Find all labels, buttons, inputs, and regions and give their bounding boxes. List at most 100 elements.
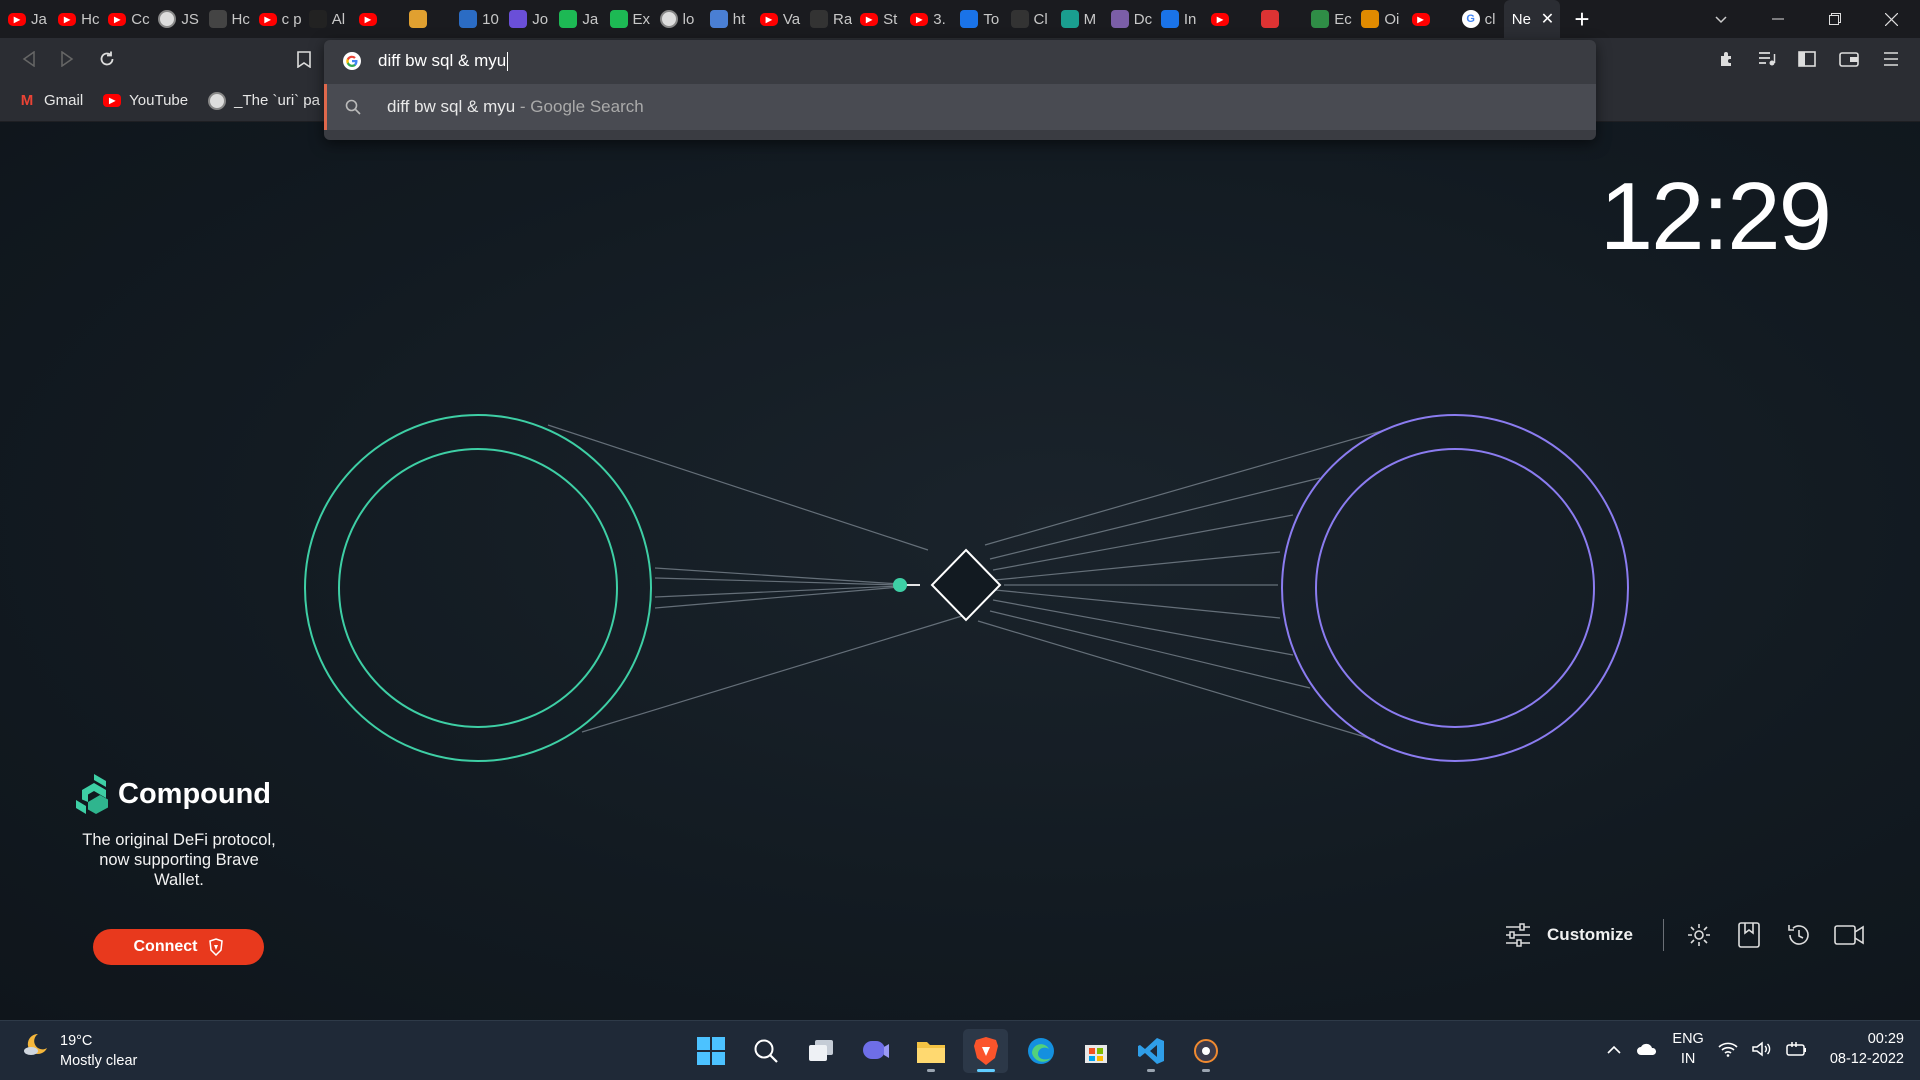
wifi-icon[interactable] [1718,1041,1738,1057]
tab[interactable]: Cl [1003,0,1053,38]
tab[interactable]: ▶ Ja [0,0,50,38]
tab[interactable]: ▶ [1203,0,1253,38]
onedrive-cloud-icon[interactable] [1636,1041,1658,1057]
tab[interactable]: ▶ [1404,0,1454,38]
tab[interactable]: 10 [451,0,501,38]
google-icon: G [1461,10,1480,28]
bookmark-item[interactable]: _The `uri` pa [208,91,320,110]
tab[interactable]: ▶ St [852,0,902,38]
task-view-icon[interactable] [798,1029,843,1073]
tab-search-icon[interactable] [1692,0,1749,38]
gear-icon [459,10,478,28]
bookmark-item[interactable]: M Gmail [18,92,83,110]
vscode-icon[interactable] [1128,1029,1173,1073]
tab[interactable]: M [1053,0,1103,38]
playlist-icon[interactable] [1754,46,1780,72]
w-icon [609,10,628,28]
tab[interactable] [1253,0,1303,38]
tab-title: JS [181,10,199,28]
taskbar-search-icon[interactable] [743,1029,788,1073]
lang-primary: ENG [1672,1031,1704,1047]
language-indicator[interactable]: ENG IN [1672,1029,1703,1069]
loop-icon [1160,10,1179,28]
tab[interactable]: ht [702,0,752,38]
teams-chat-icon[interactable] [853,1029,898,1073]
connect-button[interactable]: Connect [93,929,264,965]
wallet-icon[interactable] [1836,46,1862,72]
battery-icon[interactable] [1786,1041,1808,1057]
reload-icon[interactable] [94,46,120,72]
w-icon [559,10,578,28]
extensions-icon[interactable] [1714,46,1740,72]
tab[interactable]: Hc [201,0,251,38]
tab[interactable]: ▶ Hc [50,0,100,38]
brave-browser-icon[interactable] [963,1029,1008,1073]
customize-button[interactable]: Customize [1505,919,1664,951]
weather-desc: Mostly clear [60,1053,138,1069]
restore-button[interactable] [1806,0,1863,38]
tab[interactable]: Jo [501,0,551,38]
close-tab-icon[interactable]: ✕ [1541,9,1554,29]
video-call-icon[interactable] [1824,924,1874,946]
tab[interactable]: ▶ Va [752,0,802,38]
tab[interactable]: Gcl [1454,0,1504,38]
file-explorer-icon[interactable] [908,1029,953,1073]
tab[interactable]: Ja [551,0,601,38]
tab[interactable]: ▶ c p [251,0,301,38]
tab-title: St [883,10,898,28]
brave-shield-icon [208,938,223,956]
tab[interactable]: ▶ 3. [902,0,952,38]
tab-list: ▶ Ja ▶ Hc ▶ Cc JS Hc ▶ c p Al ▶ 10 Jo Ja Ex lo ht ▶ Va Ra ▶ St… [0,0,1560,38]
youtube-icon: ▶ [58,12,77,26]
tab[interactable]: To [952,0,1002,38]
microsoft-store-icon[interactable] [1073,1029,1118,1073]
omnibox-suggestion[interactable]: diff bw sql & myu - Google Search [324,84,1596,130]
tab[interactable]: ▶ [351,0,401,38]
tab-title: Oi [1384,10,1400,28]
list-icon [509,10,528,28]
clock-date[interactable]: 00:29 08-12-2022 [1822,1029,1904,1069]
tab[interactable]: Ec [1303,0,1353,38]
bookmarks-icon[interactable] [1724,922,1774,948]
history-icon[interactable] [1774,922,1824,948]
tab-title: Va [782,10,801,28]
sidebar-icon[interactable] [1794,46,1820,72]
minimize-button[interactable] [1749,0,1806,38]
menu-icon[interactable] [1878,46,1904,72]
bookmark-label: _The `uri` pa [234,92,320,109]
tab[interactable]: Ex [602,0,652,38]
new-tab-button[interactable]: + [1560,0,1604,38]
tab[interactable]: Ra [802,0,852,38]
back-icon[interactable] [16,46,42,72]
tab[interactable]: ▶ Cc [100,0,150,38]
github-icon [810,10,828,28]
tab[interactable]: Dc [1103,0,1153,38]
text-caret [507,52,509,71]
js-icon [1060,10,1079,28]
close-window-button[interactable] [1863,0,1920,38]
weather-widget[interactable]: 19°C Mostly clear [22,1031,137,1071]
ntp-controls: Customize [1505,918,1874,952]
bookmark-icon[interactable] [291,46,317,72]
tab[interactable]: Oi [1353,0,1403,38]
pin-app-icon[interactable] [1183,1029,1228,1073]
settings-gear-icon[interactable] [1674,922,1724,948]
tab[interactable]: In [1153,0,1203,38]
chevron-up-icon[interactable] [1606,1043,1622,1055]
tab[interactable] [401,0,451,38]
volume-icon[interactable] [1752,1041,1772,1057]
tab[interactable]: Ne ✕ [1503,0,1560,38]
start-icon[interactable] [688,1029,733,1073]
address-bar[interactable]: diff bw sql & myu [324,40,1596,82]
bookmark-item[interactable]: ▶ YouTube [103,92,188,109]
edge-icon[interactable] [1018,1029,1063,1073]
moon-cloud-icon [24,1033,47,1055]
youtube-icon: ▶ [910,12,929,26]
tab[interactable]: JS [150,0,200,38]
sponsored-card: Compound The original DeFi protocol, now… [74,772,284,890]
youtube-icon: ▶ [759,12,778,26]
tab[interactable]: Al [301,0,351,38]
suggestion-text: diff bw sql & myu [387,97,516,116]
tab[interactable]: lo [652,0,702,38]
forward-icon[interactable] [54,46,80,72]
